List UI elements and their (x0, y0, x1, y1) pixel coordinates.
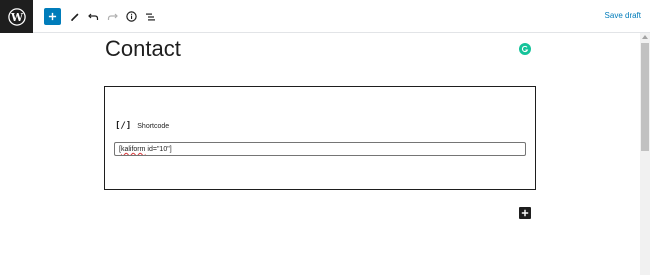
plus-icon (521, 209, 529, 217)
scroll-up-arrow-icon[interactable] (642, 35, 648, 39)
grammarly-icon[interactable] (519, 43, 531, 55)
plus-icon (48, 12, 57, 21)
redo-icon (107, 13, 118, 20)
block-inserter-button[interactable] (519, 207, 531, 219)
info-icon (126, 11, 137, 22)
pencil-icon (70, 13, 78, 21)
shortcode-value-misspelled: kaliform (120, 146, 146, 153)
details-button[interactable] (123, 8, 140, 25)
shortcode-input[interactable]: [kaliform id="10"] (114, 142, 526, 156)
save-draft-button[interactable]: Save draft (605, 11, 641, 20)
undo-icon (88, 13, 99, 20)
shortcode-label: Shortcode (137, 122, 170, 130)
shortcode-icon: [/] (115, 121, 132, 131)
page-title[interactable]: Contact (105, 36, 181, 62)
shortcode-block-header: [/] Shortcode (115, 121, 169, 131)
list-view-icon (146, 13, 155, 20)
scrollbar-thumb[interactable] (641, 43, 649, 151)
shortcode-block[interactable]: [/] Shortcode [kaliform id="10"] (104, 86, 536, 190)
redo-button[interactable] (104, 8, 121, 25)
svg-text:W: W (9, 10, 23, 23)
undo-button[interactable] (85, 8, 102, 25)
editor-toolbar: W Save draft (0, 0, 650, 33)
shortcode-value-suffix: id="10"] (145, 146, 172, 153)
vertical-scrollbar[interactable] (640, 33, 650, 275)
add-block-button[interactable] (44, 8, 61, 25)
wordpress-logo-icon[interactable]: W (0, 0, 33, 33)
tools-button[interactable] (66, 8, 83, 25)
outline-button[interactable] (142, 8, 159, 25)
